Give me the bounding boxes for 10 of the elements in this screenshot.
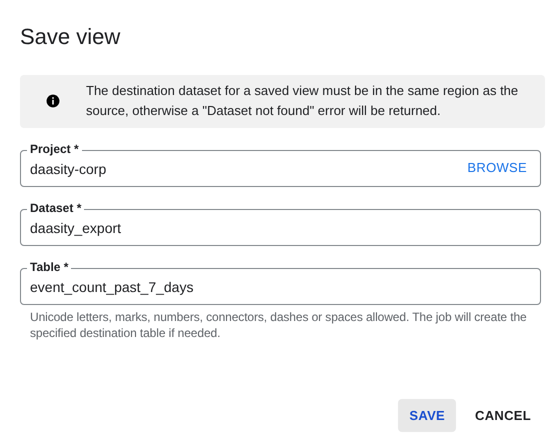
field-label: Project * <box>27 142 82 156</box>
browse-button[interactable]: BROWSE <box>467 156 527 179</box>
info-icon <box>46 94 60 108</box>
cancel-button[interactable]: CANCEL <box>464 399 542 432</box>
field-label: Dataset * <box>27 201 84 215</box>
notice-text: The destination dataset for a saved view must be in the same region as the source, otherwise a "Dataset not found" error will be returned. <box>86 82 520 120</box>
helper-text: Unicode letters, marks, numbers, connectors, dashes or spaces allowed. The job will create the specified destination table if needed. <box>29 309 528 341</box>
save-button[interactable]: SAVE <box>398 399 456 432</box>
field-label: Table * <box>27 260 72 274</box>
dialog-title: Save view <box>19 23 122 50</box>
